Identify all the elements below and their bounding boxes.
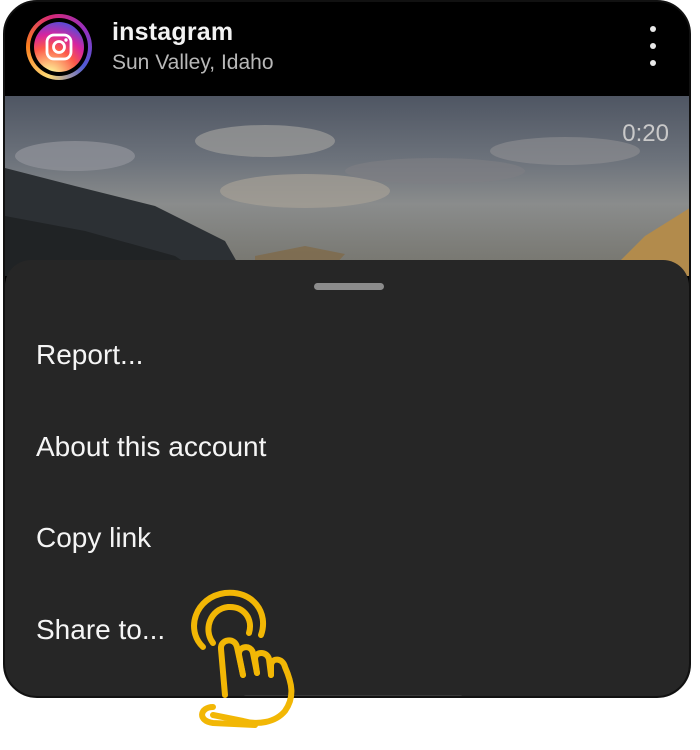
- options-bottom-sheet: Report... About this account Copy link S…: [5, 260, 689, 696]
- location-label[interactable]: Sun Valley, Idaho: [112, 51, 274, 75]
- menu-item-report[interactable]: Report...: [36, 339, 143, 371]
- video-timer: 0:20: [622, 120, 669, 147]
- avatar[interactable]: [26, 14, 92, 80]
- sheet-drag-handle[interactable]: [314, 283, 384, 290]
- more-vertical-icon[interactable]: [643, 26, 663, 66]
- menu-item-about-account[interactable]: About this account: [36, 431, 266, 463]
- username[interactable]: instagram: [112, 18, 233, 47]
- tap-hand-icon: [191, 589, 295, 728]
- post-header: instagram Sun Valley, Idaho: [5, 2, 689, 96]
- instagram-logo-icon: [34, 22, 84, 72]
- menu-item-share-to[interactable]: Share to...: [36, 614, 165, 646]
- landscape-scene: [5, 125, 689, 276]
- phone-screen: instagram Sun Valley, Idaho 0:20 Report.…: [3, 0, 691, 698]
- video-player[interactable]: 0:20: [5, 96, 689, 276]
- menu-item-copy-link[interactable]: Copy link: [36, 522, 151, 554]
